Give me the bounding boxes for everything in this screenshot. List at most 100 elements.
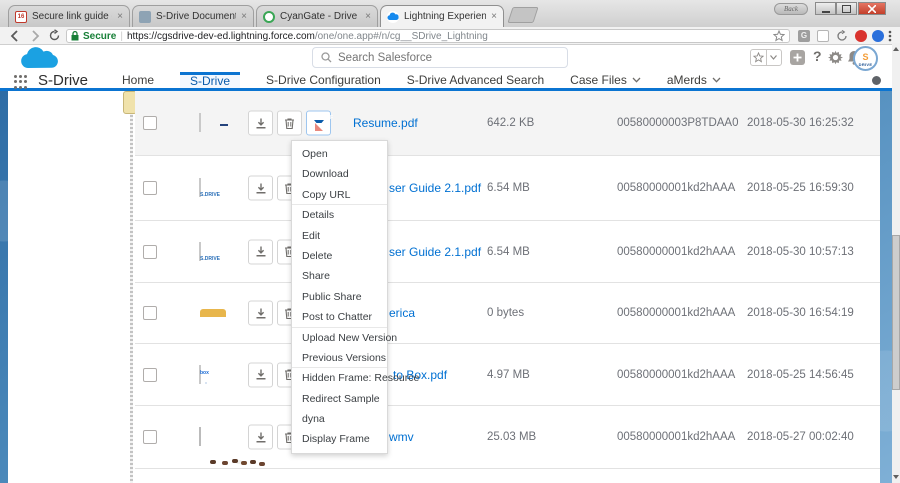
quick-create-plus-icon[interactable] [790,50,805,65]
record-id: 00580000001kd2hAAA [617,307,735,319]
close-tab-icon[interactable]: × [491,12,497,22]
download-button[interactable] [248,362,273,387]
menu-item-redirect-sample[interactable]: Redirect Sample [292,389,387,409]
tab-title: S-Drive Documentation | [156,11,236,22]
app-launcher-icon[interactable] [14,75,28,89]
refresh-icon[interactable] [48,29,62,43]
modified-date: 2018-05-25 14:56:45 [747,369,854,381]
extension-red-icon[interactable] [855,30,867,42]
bookmark-star-icon[interactable] [773,30,785,42]
menu-item-previous-versions[interactable]: Previous Versions [292,348,387,368]
nav-tab-amerds[interactable]: aMerds [667,72,721,88]
close-window-button[interactable] [858,2,886,15]
row-checkbox[interactable] [143,116,157,130]
gray-doc-favicon-icon [139,11,151,23]
file-name-link[interactable]: wmv [389,430,414,444]
address-bar[interactable]: Secure | https://cgsdrive-dev-ed.lightni… [66,29,790,43]
file-thumbnail-horses-beach[interactable] [199,428,201,446]
file-row-folder[interactable]: erica 0 bytes 00580000001kd2hAAA 2018-05… [135,283,880,344]
minimize-button[interactable] [815,2,836,15]
favorite-star-icon[interactable] [751,50,766,65]
row-checkbox[interactable] [143,306,157,320]
nav-tab-sdrive[interactable]: S-Drive [180,72,240,88]
delete-trash-button[interactable] [277,111,302,136]
user-avatar[interactable]: S DRIVE [853,46,878,71]
page-scrollbar[interactable] [892,43,900,483]
salesforce-logo-icon[interactable] [18,46,60,72]
file-name-link[interactable]: ser Guide 2.1.pdf [389,245,481,259]
tab-title: CyanGate - Drive [280,11,360,22]
menu-item-share[interactable]: Share [292,266,387,286]
file-thumbnail-sdrive-user-guide[interactable]: S.DRIVE [199,179,201,197]
green-ring-favicon-icon [263,11,275,23]
help-icon[interactable]: ? [813,48,822,64]
favorites-dropdown-icon[interactable] [766,50,782,65]
row-checkbox[interactable] [143,430,157,444]
extension-g-icon[interactable]: G [798,30,810,42]
modified-date: 2018-05-30 16:54:19 [747,307,854,319]
menu-item-copy-url[interactable]: Copy URL [292,185,387,205]
download-button[interactable] [248,239,273,264]
file-row-user-guide-2[interactable]: S.DRIVE ser Guide 2.1.pdf 6.54 MB 005800… [135,221,880,283]
row-checkbox[interactable] [143,245,157,259]
menu-item-dyna[interactable]: dyna [292,409,387,429]
download-button[interactable] [248,425,273,450]
nav-tab-sdrive-configuration[interactable]: S-Drive Configuration [266,72,381,88]
file-name-link[interactable]: erica [389,306,415,320]
file-row-box-pdf[interactable]: box to Box.pdf 4.97 MB 00580000001kd2hAA… [135,344,880,406]
nav-edit-dot-icon[interactable] [872,76,881,85]
file-row-user-guide-1[interactable]: S.DRIVE ser Guide 2.1.pdf 6.54 MB 005800… [135,156,880,221]
download-button[interactable] [248,301,273,326]
nav-tab-label: Case Files [570,72,627,88]
browser-tab-4-active[interactable]: Lightning Experience | Sa × [380,5,504,27]
file-name-link[interactable]: ser Guide 2.1.pdf [389,181,481,195]
browser-window: 16 Secure link guide - bfene × S-Drive D… [0,0,900,483]
nav-tab-home[interactable]: Home [122,72,154,88]
menu-item-upload-new-version[interactable]: Upload New Version [292,328,387,348]
browser-tab-1[interactable]: 16 Secure link guide - bfene × [8,5,130,27]
menu-item-download[interactable]: Download [292,164,387,184]
row-checkbox[interactable] [143,368,157,382]
forward-icon[interactable] [28,29,42,43]
extension-sync-icon[interactable] [836,30,848,42]
close-tab-icon[interactable]: × [117,12,123,22]
file-thumbnail-sdrive-user-guide[interactable]: S.DRIVE [199,243,201,261]
menu-item-delete[interactable]: Delete [292,246,387,266]
file-thumbnail-resume-document[interactable] [199,114,201,132]
scroll-down-icon[interactable] [893,475,899,479]
menu-item-details[interactable]: Details [292,205,387,225]
file-row-resume[interactable]: PDF Resume.pdf 642.2 KB 00580000003P8TDA… [135,91,880,156]
scrollbar-thumb[interactable] [892,235,900,390]
scroll-up-icon[interactable] [893,47,899,51]
close-tab-icon[interactable]: × [365,12,371,22]
extension-blue-icon[interactable] [872,30,884,42]
setup-gear-icon[interactable] [828,50,843,65]
download-button[interactable] [248,111,273,136]
menu-item-display-frame[interactable]: Display Frame [292,429,387,449]
lock-icon [71,31,79,41]
file-thumbnail-box-guide[interactable]: box [199,366,201,384]
maximize-button[interactable] [836,2,857,15]
menu-item-public-share[interactable]: Public Share [292,287,387,307]
close-tab-icon[interactable]: × [241,12,247,22]
file-row-wmv-video[interactable]: wmv 25.03 MB 00580000001kd2hAAA 2018-05-… [135,406,880,469]
new-tab-button[interactable] [507,7,538,23]
download-button[interactable] [248,176,273,201]
browser-tab-2[interactable]: S-Drive Documentation | × [132,5,254,27]
global-search-box[interactable] [312,47,568,68]
nav-tab-case-files[interactable]: Case Files [570,72,641,88]
nav-tab-label: aMerds [667,72,707,88]
menu-item-hidden-frame-resource[interactable]: Hidden Frame: Resource [292,368,387,388]
menu-item-edit[interactable]: Edit [292,226,387,246]
favorites-control[interactable] [750,49,782,66]
row-checkbox[interactable] [143,181,157,195]
file-name-link[interactable]: Resume.pdf [353,116,418,130]
browser-menu-icon[interactable] [888,30,892,42]
browser-tab-3[interactable]: CyanGate - Drive × [256,5,378,27]
search-input[interactable] [338,52,559,64]
menu-item-post-to-chatter[interactable]: Post to Chatter [292,307,387,327]
menu-item-open[interactable]: Open [292,144,387,164]
extension-square-icon[interactable] [817,30,829,42]
back-icon[interactable] [8,29,22,43]
nav-tab-sdrive-advanced-search[interactable]: S-Drive Advanced Search [407,72,544,88]
